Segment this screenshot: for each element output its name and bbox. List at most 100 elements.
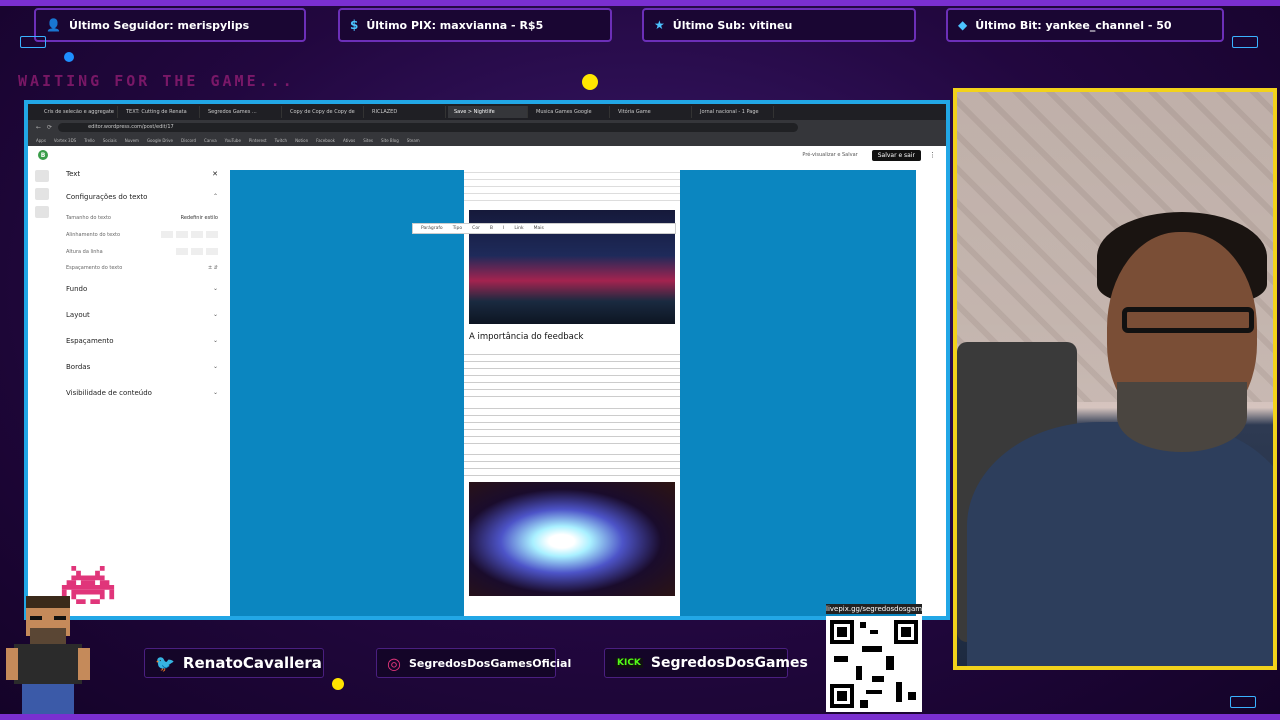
toolbar-item[interactable]: Link: [514, 226, 523, 231]
bookmark[interactable]: Google Drive: [147, 138, 173, 143]
row-label: Altura da linha: [66, 248, 103, 255]
bookmark[interactable]: Apps: [36, 138, 46, 143]
bookmark[interactable]: YouTube: [225, 138, 241, 143]
browser-tab[interactable]: Copy de Copy de Copy de: [284, 106, 364, 118]
chevron-up-icon: ⌃: [212, 193, 218, 200]
webcam-glasses: [1122, 307, 1254, 333]
browser-tab[interactable]: Segredos Games ...: [202, 106, 282, 118]
bookmark[interactable]: Ativos: [343, 138, 355, 143]
row-line-height: Altura da linha: [56, 243, 228, 260]
section-visibility[interactable]: Visibilidade de conteúdo ⌄: [56, 380, 228, 406]
diamond-icon: ◆: [958, 18, 968, 32]
alert-bit-text: Último Bit: yankee_channel - 50: [975, 18, 1172, 32]
social-kick-text: SegredosDosGames: [650, 655, 808, 671]
bookmark[interactable]: Discord: [181, 138, 196, 143]
stepper-icon[interactable]: ± ⇵: [208, 265, 218, 271]
toolbar-item[interactable]: Mais: [534, 226, 544, 231]
decor-dot: [332, 678, 344, 690]
paragraph-block[interactable]: [464, 452, 680, 478]
block-settings-sidebar: Text ✕ Configurações do texto ⌃ Tamanho …: [56, 164, 228, 616]
bookmark[interactable]: Site Blog: [381, 138, 399, 143]
bookmark[interactable]: Pinterest: [249, 138, 267, 143]
star-icon: ★: [654, 18, 665, 32]
toolbar-item[interactable]: Cor: [472, 226, 480, 231]
waiting-text: WAITING FOR THE GAME...: [18, 72, 295, 90]
alert-pix-text: Último PIX: maxvianna - R$5: [366, 18, 544, 32]
reset-style-button[interactable]: Redefinir estilo: [181, 215, 218, 221]
editor-topbar: B Pré-visualizar e Salvar Salvar e sair …: [28, 146, 946, 164]
toolbar-item[interactable]: Parágrafo: [421, 226, 443, 231]
decor-dot: [64, 52, 74, 62]
browser-tab[interactable]: Vitória Game: [612, 106, 692, 118]
bookmark[interactable]: Twitch: [275, 138, 287, 143]
bookmark[interactable]: Steam: [407, 138, 420, 143]
save-button[interactable]: Salvar e sair: [871, 149, 921, 161]
blocks-icon[interactable]: [35, 170, 49, 182]
alert-pix: $ Último PIX: maxvianna - R$5: [338, 8, 612, 42]
bookmark[interactable]: Trello: [84, 138, 95, 143]
styles-icon[interactable]: [35, 188, 49, 200]
bookmark[interactable]: Notion: [295, 138, 308, 143]
alert-sub-text: Último Sub: vitineu: [672, 18, 793, 32]
instagram-icon: ◎: [387, 653, 401, 673]
browser-tab[interactable]: RICLAZED: [366, 106, 446, 118]
toolbar-item[interactable]: B: [490, 226, 493, 231]
browser-tab[interactable]: Jornal nacional - 1 Page: [694, 106, 774, 118]
corner-decoration: [20, 36, 46, 48]
back-icon[interactable]: ←: [36, 124, 41, 131]
browser-window: Cris de selecão e aggregate TEXT: Cuttin…: [24, 100, 950, 620]
paragraph-block[interactable]: [464, 352, 680, 398]
bottom-strip: [0, 714, 1280, 720]
browser-tab-active[interactable]: Save > Nightlife: [448, 106, 528, 118]
webcam-feed: [953, 88, 1277, 670]
chevron-down-icon: ⌄: [212, 337, 218, 344]
url-input[interactable]: editor.wordpress.com/post/edit/17: [58, 122, 799, 132]
line-height-buttons[interactable]: [176, 248, 218, 255]
webcam-beard: [1117, 382, 1247, 452]
reload-icon[interactable]: ⟳: [47, 124, 52, 131]
section-label: Bordas: [66, 363, 91, 371]
post-content[interactable]: A importância do feedback: [464, 170, 680, 616]
bookmark[interactable]: Canva: [204, 138, 217, 143]
bookmark[interactable]: Facebook: [316, 138, 335, 143]
bookmark[interactable]: Sites: [363, 138, 373, 143]
wordpress-editor: B Pré-visualizar e Salvar Salvar e sair …: [28, 146, 946, 616]
preview-button[interactable]: Pré-visualizar e Salvar: [802, 152, 857, 158]
chevron-down-icon: ⌄: [212, 285, 218, 292]
alert-follower-text: Último Seguidor: merispylips: [68, 18, 250, 32]
heading-block[interactable]: A importância do feedback: [464, 328, 680, 346]
site-logo-icon[interactable]: B: [38, 150, 48, 160]
alignment-buttons[interactable]: [161, 231, 218, 238]
row-label: Alinhamento do texto: [66, 231, 121, 238]
twitter-icon: 🐦: [155, 653, 175, 673]
address-bar: ← ⟳ editor.wordpress.com/post/edit/17: [28, 120, 946, 134]
browser-tab[interactable]: TEXT: Cutting de Renata: [120, 106, 200, 118]
social-instagram-text: SegredosDosGamesOficial: [408, 656, 572, 670]
section-text-settings[interactable]: Configurações do texto ⌃: [56, 184, 228, 210]
row-text-size: Tamanho do texto Redefinir estilo: [56, 210, 228, 226]
alert-sub: ★ Último Sub: vitineu: [642, 8, 916, 42]
section-background[interactable]: Fundo ⌄: [56, 276, 228, 302]
section-spacing[interactable]: Espaçamento ⌄: [56, 328, 228, 354]
section-layout[interactable]: Layout ⌄: [56, 302, 228, 328]
game-screenshot-image[interactable]: [469, 482, 675, 596]
section-borders[interactable]: Bordas ⌄: [56, 354, 228, 380]
bookmark[interactable]: Vortex 3DS: [54, 138, 76, 143]
paragraph-block[interactable]: [464, 170, 680, 206]
alert-follower: 👤 Último Seguidor: merispylips: [34, 8, 306, 42]
more-options-icon[interactable]: ⋮: [929, 151, 936, 159]
toolbar-item[interactable]: I: [503, 226, 504, 231]
bookmark[interactable]: Sociais: [103, 138, 117, 143]
browser-tab[interactable]: Musica Games Google: [530, 106, 610, 118]
browser-tab[interactable]: Cris de selecão e aggregate: [38, 106, 118, 118]
pixel-avatar-icon: [6, 596, 90, 720]
social-instagram[interactable]: ◎ SegredosDosGamesOficial: [376, 648, 571, 678]
list-block[interactable]: [464, 406, 680, 446]
bookmark[interactable]: Nuvem: [125, 138, 139, 143]
user-icon: 👤: [46, 18, 61, 32]
toolbar-item[interactable]: Tipo: [453, 226, 462, 231]
settings-icon[interactable]: [35, 206, 49, 218]
social-twitter[interactable]: 🐦 RenatoCavallera: [144, 648, 324, 678]
social-kick[interactable]: KICK SegredosDosGames: [604, 648, 808, 678]
close-icon[interactable]: ✕: [212, 170, 218, 178]
